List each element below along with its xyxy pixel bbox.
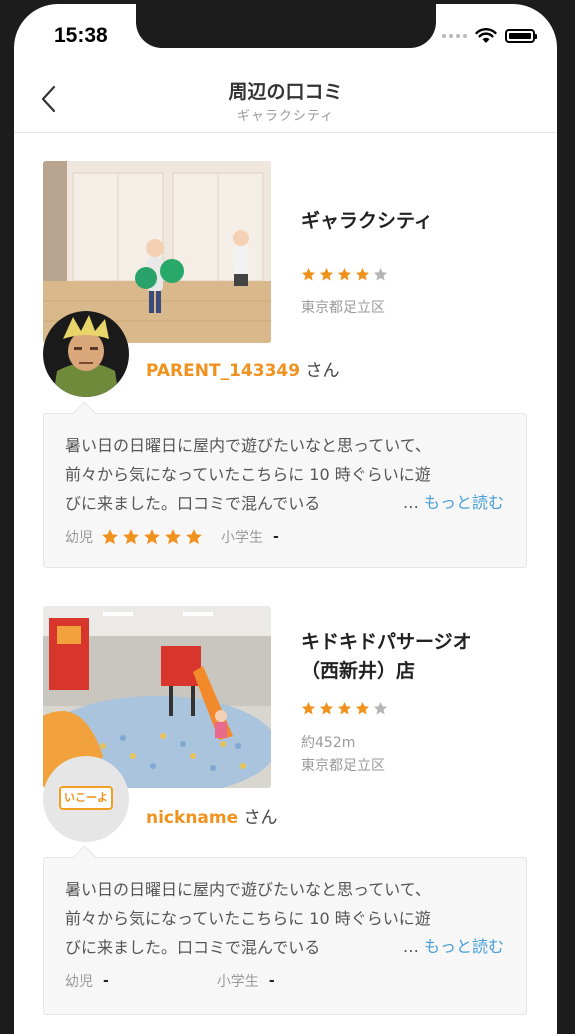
age-infant-rating [101, 528, 203, 546]
read-more[interactable]: … もっと読む [403, 933, 504, 957]
ellipsis: … [402, 937, 424, 956]
battery-icon [505, 29, 537, 43]
shop-address: 東京都足立区 [301, 758, 385, 774]
age-infant-value: - [103, 973, 109, 989]
age-school-label: 小学生 [216, 974, 259, 990]
signal-icon [442, 34, 467, 38]
phone-screen: 15:38 周辺の口コミ ギャラクシティ ギャラクシティ 東京都足立区 PARE… [14, 4, 557, 1034]
shop-name-line: （西新井）店 [301, 660, 416, 682]
star-icon [102, 529, 118, 545]
age-infant-label: 幼児 [65, 974, 93, 990]
navigation-bar: 周辺の口コミ ギャラクシティ [14, 68, 557, 133]
star-icon [123, 529, 139, 545]
page-title: 周辺の口コミ [228, 81, 343, 103]
star-icon [319, 701, 334, 715]
star-icon [337, 267, 352, 281]
nickname: nickname [146, 808, 239, 828]
notch [136, 4, 436, 48]
star-icon [355, 701, 370, 715]
speech-tail [72, 401, 97, 426]
status-icons [442, 28, 537, 44]
shop-rating [301, 701, 388, 716]
age-school-value: - [268, 973, 275, 989]
avatar[interactable]: いこーよ [43, 756, 129, 842]
honorific: さん [238, 808, 278, 828]
age-ratings: 幼児 - 小学生 - [65, 971, 275, 991]
status-time: 15:38 [54, 24, 108, 47]
star-icon [144, 529, 160, 545]
review-line: 前々から気になっていたこちらに 10 時ぐらいに遊 [65, 465, 431, 484]
age-school-value: - [273, 529, 279, 545]
star-icon [373, 701, 388, 715]
shop-distance: 約452m [301, 735, 356, 751]
age-school-label: 小学生 [221, 530, 263, 546]
shop-address: 東京都足立区 [301, 300, 385, 316]
ellipsis: … [402, 493, 424, 512]
review-box: 暑い日の日曜日に屋内で遊びたいなと思っていて、 前々から気になっていたこちらに … [43, 845, 527, 1015]
star-icon [186, 529, 202, 545]
reviewer-name[interactable]: nickname さん [146, 803, 278, 828]
star-icon [373, 267, 388, 281]
shop-rating [301, 267, 388, 282]
review-line: 前々から気になっていたこちらに 10 時ぐらいに遊 [65, 909, 431, 928]
avatar-image [43, 311, 129, 397]
read-more[interactable]: … もっと読む [403, 489, 504, 513]
star-icon [355, 267, 370, 281]
review-box: 暑い日の日曜日に屋内で遊びたいなと思っていて、 前々から気になっていたこちらに … [43, 401, 527, 568]
speech-tail [72, 845, 97, 870]
shop-name-line: キドキドパサージオ [301, 631, 472, 653]
review-line: 暑い日の日曜日に屋内で遊びたいなと思っていて、 [65, 880, 431, 899]
star-icon [301, 701, 316, 715]
age-infant-label: 幼児 [65, 530, 93, 546]
page-subtitle: ギャラクシティ [236, 109, 335, 124]
nickname: PARENT_143349 [146, 361, 301, 381]
reviewer-name[interactable]: PARENT_143349 さん [146, 356, 339, 381]
star-icon [165, 529, 181, 545]
wifi-icon [475, 28, 497, 43]
shop-name[interactable]: キドキドパサージオ （西新井）店 [301, 628, 472, 686]
read-more-link[interactable]: もっと読む [424, 937, 504, 956]
star-icon [319, 267, 334, 281]
logo: いこーよ [59, 786, 113, 810]
avatar[interactable] [43, 311, 129, 397]
logo-text: いこーよ [64, 791, 108, 804]
age-ratings: 幼児 小学生 - [65, 527, 279, 547]
shop-name[interactable]: ギャラクシティ [301, 207, 433, 236]
honorific: さん [300, 361, 340, 381]
read-more-link[interactable]: もっと読む [424, 493, 504, 512]
star-icon [337, 701, 352, 715]
review-line: 暑い日の日曜日に屋内で遊びたいなと思っていて、 [65, 436, 431, 455]
star-icon [301, 267, 316, 281]
